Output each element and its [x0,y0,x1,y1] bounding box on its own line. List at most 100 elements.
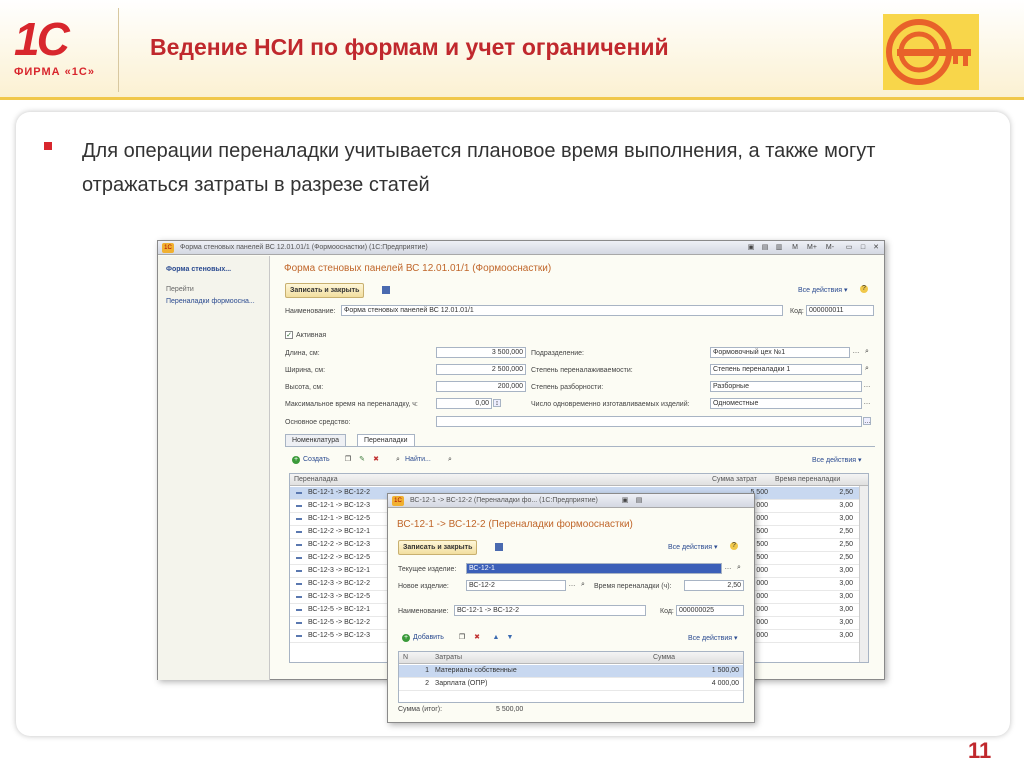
table-row[interactable]: 2 Зарплата (ОПР) 4 000,00 [399,678,743,691]
asset-label: Основное средство: [285,419,351,426]
copy-icon-2[interactable]: ❐ [458,634,466,642]
code-field[interactable]: 000000011 [806,305,874,316]
disasm-select-icon[interactable]: … [863,382,871,390]
table-scrollbar[interactable] [859,486,868,662]
degree-field[interactable]: Степень переналадки 1 [710,364,862,375]
row-changeover: ВС-12-5 -> ВС-12-1 [308,606,370,613]
table-row[interactable]: 1 Материалы собственные 1 500,00 [399,665,743,678]
maxtime-stepper[interactable]: ↕ [493,399,501,407]
row-item-icon [296,492,302,494]
row-item-icon [296,570,302,572]
row-changeover: ВС-12-2 -> ВС-12-1 [308,528,370,535]
find-button[interactable]: Найти... [405,456,431,463]
create-button[interactable]: Создать [303,456,330,463]
code-field-2[interactable]: 000000025 [676,605,744,616]
key-logo-icon [886,19,971,85]
save-and-close-button-2[interactable]: Записать и закрыть [398,540,478,555]
all-actions-menu-2[interactable]: Все действия ▾ [668,543,717,551]
row-time: 2,50 [839,489,853,496]
current-product-select-icon[interactable]: … [724,564,732,572]
changeover-time-field[interactable]: 2,50 [684,580,744,591]
cancel-search-icon[interactable]: ⌕ [446,456,454,464]
asset-field[interactable] [436,416,862,427]
row-changeover: ВС-12-3 -> ВС-12-1 [308,567,370,574]
name-field-2[interactable]: ВС-12-1 -> ВС-12-2 [454,605,646,616]
new-product-search-icon[interactable]: ⌕ [579,581,587,589]
help-icon[interactable]: ? [860,285,868,293]
save-icon[interactable] [382,286,390,294]
form-title: Форма стеновых панелей ВС 12.01.01/1 (Фо… [284,263,552,274]
row-changeover: ВС-12-1 -> ВС-12-2 [308,489,370,496]
dept-label: Подразделение: [531,350,584,357]
close-icon[interactable]: ✕ [871,243,881,253]
disasm-field[interactable]: Разборные [710,381,862,392]
nav-form-title[interactable]: Форма стеновых... [166,266,231,273]
memory-plus-button[interactable]: M+ [804,243,820,253]
maxtime-field[interactable]: 0,00 [436,398,492,409]
active-checkbox[interactable]: ✓ [285,331,293,339]
degree-search-icon[interactable]: ⌕ [863,365,871,373]
main-window-titlebar[interactable]: 1С Форма стеновых панелей ВС 12.01.01/1 … [158,241,884,255]
calculator-icon[interactable]: ▤ [760,243,770,253]
height-field[interactable]: 200,000 [436,381,526,392]
length-field[interactable]: 3 500,000 [436,347,526,358]
asset-select-icon[interactable]: … [863,417,871,425]
grid-all-actions-menu-2[interactable]: Все действия ▾ [688,634,737,642]
memory-button[interactable]: M [788,243,802,253]
move-up-icon[interactable]: ▲ [492,634,500,642]
bullet-marker [44,142,52,150]
row-cost: Материалы собственные [435,667,517,674]
width-field[interactable]: 2 500,000 [436,364,526,375]
dept-search-icon[interactable]: ⌕ [863,348,871,356]
count-field[interactable]: Одноместные [710,398,862,409]
add-button[interactable]: Добавить [413,634,444,641]
row-item-icon [296,531,302,533]
changeover-window-titlebar[interactable]: 1С ВС-12-1 -> ВС-12-2 (Переналадки фо...… [388,494,754,508]
grid-all-actions-menu[interactable]: Все действия ▾ [812,456,861,464]
maximize-icon[interactable]: □ [858,243,868,253]
dept-field[interactable]: Формовочный цех №1 [710,347,850,358]
all-actions-menu[interactable]: Все действия ▾ [798,286,847,294]
row-item-icon [296,596,302,598]
delete-icon-2[interactable]: ✖ [473,634,481,642]
new-product-field[interactable]: ВС-12-2 [466,580,566,591]
find-icon[interactable]: ⌕ [394,456,402,464]
minimize-icon[interactable]: ▭ [844,243,854,253]
row-changeover: ВС-12-5 -> ВС-12-2 [308,619,370,626]
table-header: Переналадка Сумма затрат Время переналад… [290,474,868,486]
current-product-search-icon[interactable]: ⌕ [735,564,743,572]
row-time: 3,00 [839,515,853,522]
create-icon[interactable]: + [292,456,300,464]
length-label: Длина, см: [285,350,320,357]
dept-select-icon[interactable]: … [852,348,860,356]
row-item-icon [296,609,302,611]
changeover-window-title: ВС-12-1 -> ВС-12-2 (Переналадки фо... (1… [410,497,598,504]
tab-nomenclature[interactable]: Номенклатура [285,434,346,446]
delete-icon[interactable]: ✖ [372,456,380,464]
help-icon-2[interactable]: ? [730,542,738,550]
count-select-icon[interactable]: … [863,399,871,407]
calculator-icon[interactable]: ▤ [634,496,644,506]
current-product-field[interactable]: ВС-12-1 [466,563,722,574]
bullet-text: Для операции переналадки учитывается пла… [82,140,876,196]
header-divider [118,8,119,92]
tab-changeovers[interactable]: Переналадки [357,434,415,446]
add-icon[interactable]: + [402,634,410,642]
memory-minus-button[interactable]: M- [822,243,838,253]
active-label: Активная [296,332,327,339]
name-field[interactable]: Форма стеновых панелей ВС 12.01.01/1 [341,305,783,316]
calendar-icon[interactable]: ▥ [774,243,784,253]
save-icon-2[interactable] [495,543,503,551]
slide-title: Ведение НСИ по формам и учет ограничений [150,34,669,60]
edit-icon[interactable]: ✎ [358,456,366,464]
history-icon[interactable]: ▣ [746,243,756,253]
new-product-select-icon[interactable]: … [568,581,576,589]
count-label: Число одновременно изготавливаемых издел… [531,401,690,408]
save-and-close-button[interactable]: Записать и закрыть [285,283,365,298]
changeover-form-window: 1С ВС-12-1 -> ВС-12-2 (Переналадки фо...… [387,493,755,723]
move-down-icon[interactable]: ▼ [506,634,514,642]
history-icon[interactable]: ▣ [620,496,630,506]
costs-table[interactable]: N Затраты Сумма 1 Материалы собственные 1 … [398,651,744,703]
nav-link-changeovers[interactable]: Переналадки формоосна... [166,298,255,305]
copy-icon[interactable]: ❐ [344,456,352,464]
